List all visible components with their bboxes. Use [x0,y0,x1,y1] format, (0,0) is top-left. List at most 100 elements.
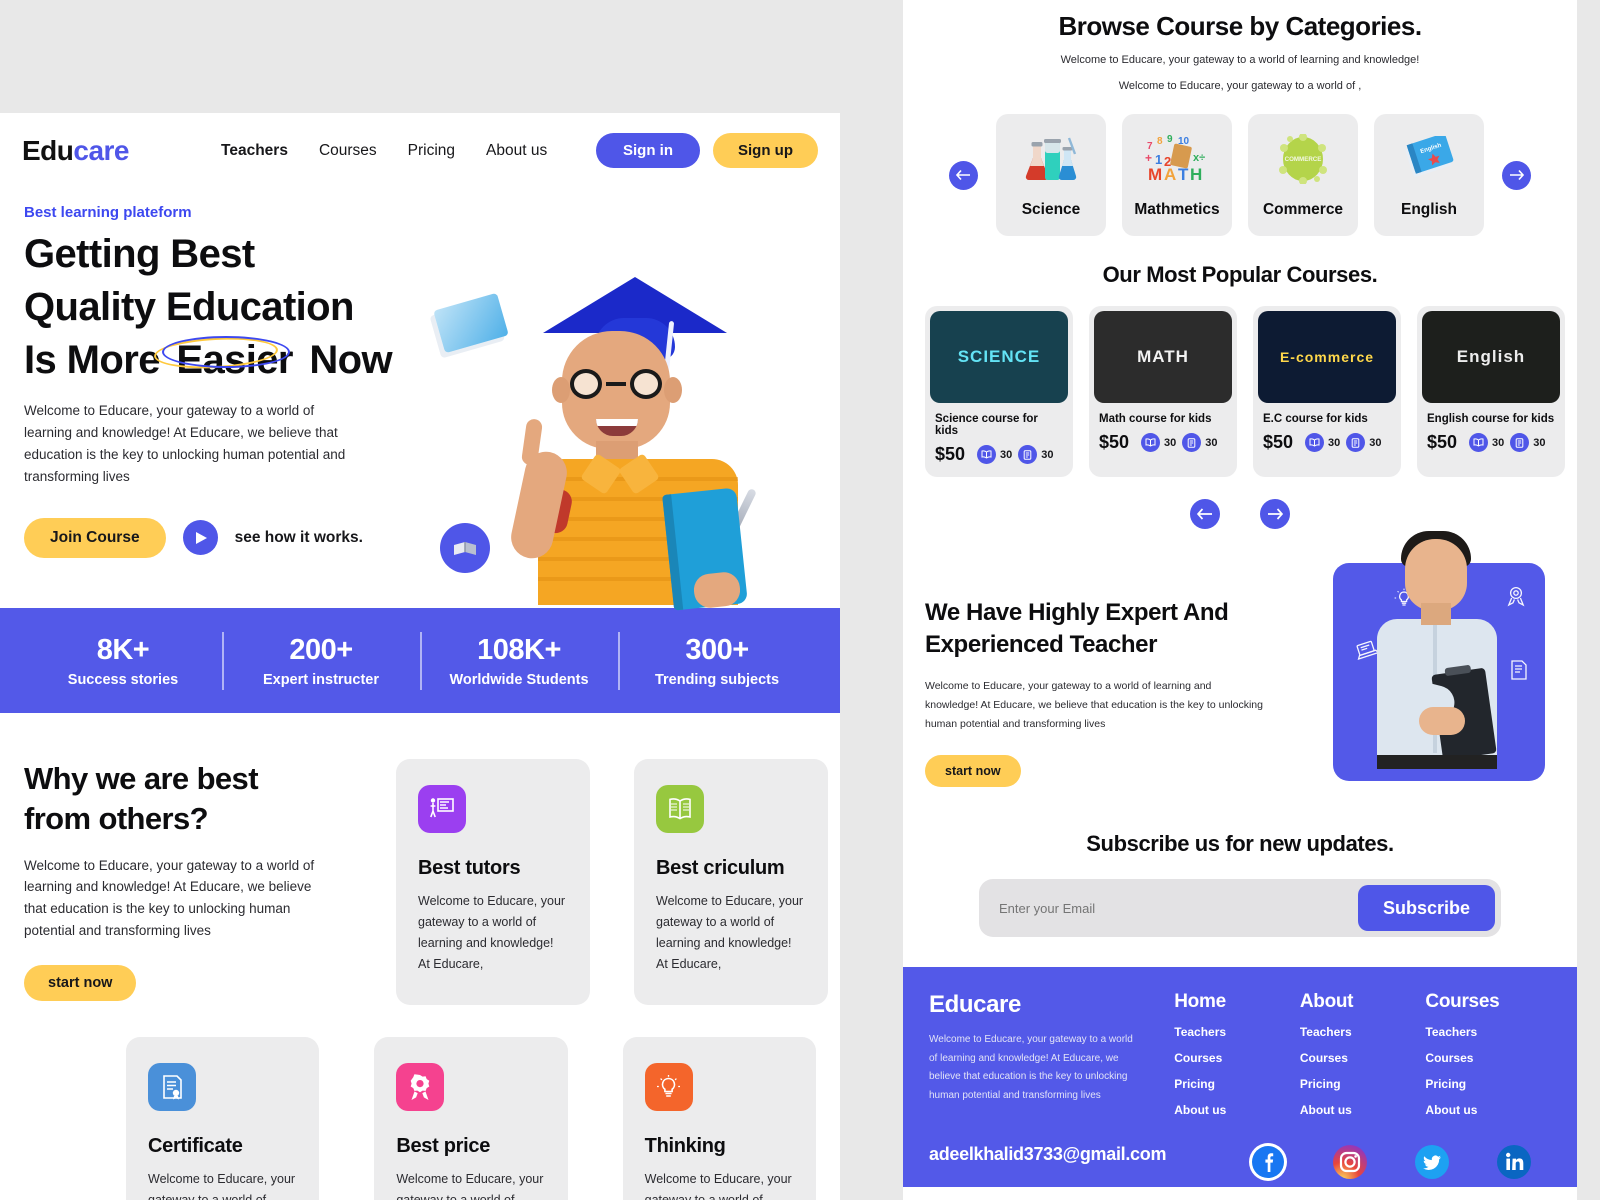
course-thumb-label: English [1456,347,1526,366]
category-cards: Science 7 8 9 10 + 1 2 x÷ M A T H Mathme… [996,114,1484,236]
category-prev-arrow-icon[interactable] [949,160,978,190]
footer-link-teachers[interactable]: Teachers [1425,1025,1551,1039]
join-course-button[interactable]: Join Course [24,517,166,558]
footer-link-teachers[interactable]: Teachers [1174,1025,1300,1039]
why-description: Welcome to Educare, your gateway to a wo… [24,857,315,939]
subscribe-button[interactable]: Subscribe [1357,885,1495,932]
category-card-science[interactable]: Science [996,114,1106,236]
see-how-it-works-label[interactable]: see how it works. [235,529,363,547]
course-card-english[interactable]: English English course for kids $50 30 3… [1417,306,1565,477]
sign-in-button[interactable]: Sign in [596,133,700,168]
feature-card-certificate[interactable]: Certificate Welcome to Educare, your gat… [126,1037,320,1200]
category-card-commerce[interactable]: COMMERCE Commerce [1248,114,1358,236]
course-price: $50 [935,444,966,464]
svg-text:H: H [1190,165,1202,183]
hero-description: Welcome to Educare, your gateway to a wo… [24,403,346,484]
footer-link-courses[interactable]: Courses [1300,1051,1426,1065]
feature-card-description: Welcome to Educare, your gateway to a wo… [418,894,566,971]
feature-card-title: Best price [396,1135,491,1157]
linkedin-icon[interactable] [1495,1143,1533,1181]
teacher-hands [1419,707,1465,735]
book-icon [1469,433,1489,452]
category-card-english[interactable]: English English [1374,114,1484,236]
courses-prev-arrow-icon[interactable] [1190,499,1220,529]
courses-next-arrow-icon[interactable] [1260,499,1290,529]
footer: Educare Welcome to Educare, your gateway… [903,967,1577,1188]
course-card-ecommerce[interactable]: E-commerce E.C course for kids $50 30 30 [1253,306,1401,477]
course-card-math[interactable]: MATH Math course for kids $50 30 30 [1089,306,1237,477]
teacher-title-line2: Experienced Teacher [925,631,1158,659]
play-icon[interactable] [182,520,218,556]
footer-brand: Educare Welcome to Educare, your gateway… [929,991,1174,1117]
browse-header: Browse Course by Categories. Welcome to … [903,0,1577,92]
stats-bar: 8K+ Success stories 200+ Expert instruct… [0,608,840,713]
footer-link-about-us[interactable]: About us [1425,1103,1551,1117]
svg-text:x÷: x÷ [1193,152,1205,164]
footer-link-courses[interactable]: Courses [1174,1051,1300,1065]
category-next-arrow-icon[interactable] [1502,160,1531,190]
book-icon [1141,433,1161,452]
nav-item-about-us[interactable]: About us [486,142,547,160]
course-lessons-chip: 30 [1469,433,1504,452]
feature-card-title: Best tutors [418,857,521,879]
course-lessons-chip: 30 [977,445,1012,464]
footer-column-title: Home [1174,991,1226,1013]
hero-title-line3-post: Now [298,337,393,382]
category-card-mathmetics[interactable]: 7 8 9 10 + 1 2 x÷ M A T H Mathmetics [1122,114,1232,236]
course-thumbnail: English [1422,311,1560,403]
footer-link-about-us[interactable]: About us [1300,1103,1426,1117]
course-students-count: 30 [1369,436,1382,449]
course-thumb-label: MATH [1137,347,1189,366]
footer-columns: Educare Welcome to Educare, your gateway… [929,991,1551,1117]
footer-column-about: About Teachers Courses Pricing About us [1300,991,1426,1117]
left-page-mockup: Educare Teachers Courses Pricing About u… [0,113,840,1200]
hero-kicker: Best learning plateform [24,204,192,221]
footer-link-about-us[interactable]: About us [1174,1103,1300,1117]
sign-up-button[interactable]: Sign up [713,133,818,168]
instagram-icon[interactable] [1331,1143,1369,1181]
footer-link-courses[interactable]: Courses [1425,1051,1551,1065]
notebook-icon [1182,433,1202,452]
stat-label: Expert instructer [262,671,380,688]
course-lessons-count: 30 [1328,436,1341,449]
feature-card-best-criculum[interactable]: Best criculum Welcome to Educare, your g… [634,759,828,1005]
facebook-icon[interactable] [1249,1143,1287,1182]
course-meta: $50 30 30 [1089,425,1237,453]
feature-card-best-price[interactable]: Best price Welcome to Educare, your gate… [374,1037,568,1200]
teacher-neck [1421,603,1451,625]
course-students-chip: 30 [1018,445,1054,464]
start-now-button[interactable]: start now [24,965,137,1002]
floating-open-book-badge-icon [440,523,490,573]
page-canvas: Educare Teachers Courses Pricing About u… [0,0,1600,1200]
footer-link-pricing[interactable]: Pricing [1300,1077,1426,1091]
stat-value: 300+ [685,633,749,666]
twitter-icon[interactable] [1413,1143,1451,1181]
feature-card-best-tutors[interactable]: Best tutors Welcome to Educare, your gat… [396,759,590,1005]
why-section: Why we are best from others? Welcome to … [0,713,840,1005]
course-lessons-count: 30 [1164,436,1177,449]
category-name: Commerce [1262,201,1344,218]
subscribe-title: Subscribe us for new updates. [1086,831,1394,857]
course-card-science[interactable]: SCIENCE Science course for kids $50 30 3… [925,306,1073,477]
courses-carousel: SCIENCE Science course for kids $50 30 3… [903,306,1577,477]
footer-link-teachers[interactable]: Teachers [1300,1025,1426,1039]
feature-card-thinking[interactable]: Thinking Welcome to Educare, your gatewa… [622,1037,816,1200]
brand-logo[interactable]: Educare [22,135,130,167]
nav-item-courses[interactable]: Courses [319,142,377,160]
svg-text:9: 9 [1167,135,1173,145]
footer-link-pricing[interactable]: Pricing [1425,1077,1551,1091]
svg-text:+: + [1145,151,1152,165]
feature-cards-row-2: Certificate Welcome to Educare, your gat… [0,1005,840,1200]
email-input[interactable] [999,900,1358,916]
book-icon [1305,433,1325,452]
teacher-title: We Have Highly Expert And Experienced Te… [925,597,1325,661]
teacher-start-now-button[interactable]: start now [925,755,1021,788]
footer-email[interactable]: adeelkhalid3733@gmail.com [929,1144,1166,1165]
nav-item-teachers[interactable]: Teachers [221,142,288,160]
category-name: Science [1021,201,1081,218]
footer-link-pricing[interactable]: Pricing [1174,1077,1300,1091]
nav-item-pricing[interactable]: Pricing [408,142,455,160]
english-book-icon: English [1401,131,1457,187]
teacher-photo [1363,531,1513,781]
teacher-text-block: We Have Highly Expert And Experienced Te… [925,563,1325,788]
